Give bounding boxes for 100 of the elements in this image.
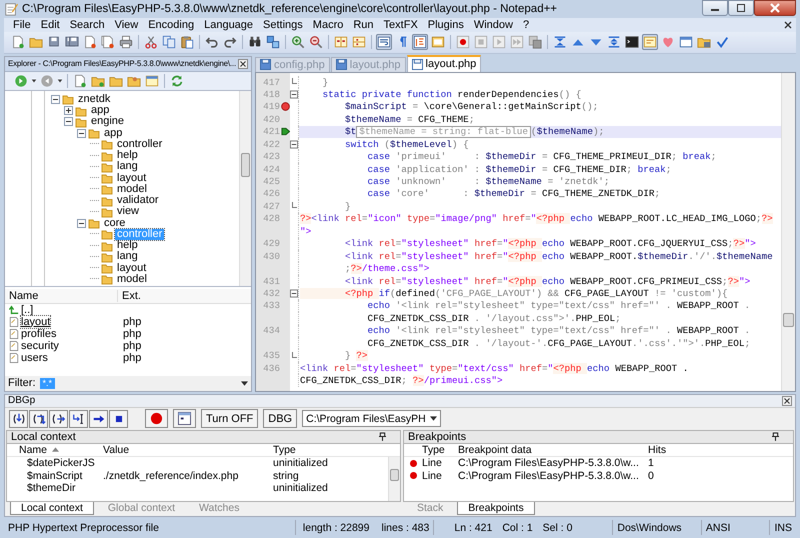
line-number: 423 — [263, 151, 280, 162]
file-name[interactable]: profiles — [21, 328, 56, 340]
code-line: case 'unknown' : $themeName = 'znetdk'; — [366, 175, 610, 188]
file-name[interactable]: layout — [21, 316, 50, 328]
folder-item[interactable]: model — [115, 184, 149, 195]
menu-item[interactable]: Window — [468, 18, 518, 31]
hit-count: 0 — [648, 470, 655, 482]
code-line: "> — [299, 225, 312, 238]
code-line: switch ($themeLevel) { — [344, 138, 470, 150]
variable-type: uninitialized — [273, 482, 328, 494]
file-tab[interactable]: layout.php — [406, 54, 482, 72]
code-line: CFG_ZNETDK_CSS_DIR . '/layout.css">'.PHP_EOL; — [366, 312, 622, 325]
menu-item[interactable]: TextFX — [378, 18, 423, 31]
menu-item[interactable]: Run — [348, 18, 379, 31]
folder-item[interactable]: model — [115, 274, 149, 285]
panel-tab[interactable]: Local context — [10, 502, 94, 516]
code-line: } — [322, 76, 330, 88]
folder-item[interactable]: view — [115, 206, 142, 218]
variable-name: $themeDir — [27, 482, 76, 494]
code-line: CFG_ZNETDK_CSS_DIR . '/layout-'.CFG_PAGE_LAYOUT.'.css'.'">'.PHP_EOL; — [366, 337, 752, 350]
menu-item[interactable]: Macro — [308, 18, 348, 31]
code-line: <?php if(defined('CFG_PAGE_LAYOUT') && CFG_PAGE_LAYOUT != 'custom'){ — [299, 287, 781, 300]
file-type: PHP Hypertext Preprocessor file — [4, 520, 296, 536]
code-line: <link rel="stylesheet" type="text/css" href="<?php echo WEBAPP_ROOT . — [299, 362, 690, 374]
panel-title: Breakpoints — [408, 430, 466, 443]
hit-count: 1 — [648, 457, 655, 470]
line-number: 434 — [263, 325, 280, 336]
line-number: 431 — [263, 276, 280, 287]
column-header[interactable]: Name — [19, 444, 48, 456]
file-name[interactable]: [..] — [21, 304, 34, 316]
menu-item[interactable]: Search — [64, 18, 110, 31]
line-number: 418 — [263, 88, 280, 100]
code-line: $mainScript = \core\General::getMainScript(); — [344, 100, 600, 114]
breakpoint-data: C:\Program Files\EasyPHP-5.3.8.0\w... — [458, 457, 640, 470]
variable-tooltip: $themeName = string: flat-blue — [356, 126, 532, 138]
file-extension: php — [122, 340, 142, 352]
code-line: case 'application' : $themeDir = CFG_THEME_DIR; break; — [366, 162, 672, 176]
column-header[interactable]: Name — [5, 290, 117, 302]
folder-item[interactable]: core — [102, 218, 128, 229]
line-ending: Dos\Windows — [613, 520, 702, 536]
menu-item[interactable]: File — [8, 18, 36, 31]
menu-item[interactable]: Edit — [36, 18, 65, 31]
code-line: CFG_ZNETDK_CSS_DIR; ?>/primeui.css"> — [299, 374, 504, 387]
file-length: length : 22899 — [302, 522, 370, 534]
folder-item[interactable]: layout — [115, 262, 148, 274]
selection-length: Sel : 0 — [542, 522, 572, 534]
folder-item[interactable]: controller — [115, 138, 164, 150]
folder-item[interactable]: app — [102, 128, 124, 139]
column-header[interactable]: Hits — [648, 444, 678, 456]
dropdown-value: C:\Program Files\EasyPH — [306, 412, 426, 425]
folder-item[interactable]: validator — [115, 195, 161, 206]
breakpoint-data: C:\Program Files\EasyPHP-5.3.8.0\w... — [458, 470, 640, 482]
panel-tab[interactable]: Breakpoints — [457, 502, 535, 516]
menu-item[interactable]: Encoding — [143, 18, 200, 31]
line-count: lines : 483 — [381, 522, 430, 534]
folder-item[interactable]: app — [89, 105, 112, 116]
column-header[interactable]: Type — [273, 444, 296, 456]
line-number: 427 — [263, 200, 280, 212]
file-name[interactable]: security — [21, 340, 59, 352]
toolbar-button[interactable]: DBG — [263, 409, 298, 428]
menu-item[interactable]: ? — [518, 18, 534, 31]
folder-item[interactable]: layout — [115, 172, 148, 184]
cursor-column: Col : 1 — [502, 522, 533, 534]
folder-item[interactable]: lang — [115, 161, 140, 172]
path-dropdown[interactable]: C:\Program Files\EasyPH — [302, 410, 441, 428]
column-header[interactable]: Value — [103, 444, 130, 456]
column-header[interactable]: Breakpoint data — [458, 444, 648, 456]
column-header[interactable]: Type — [422, 444, 458, 456]
variable-name: $datePickerJS — [27, 457, 95, 470]
line-number: 420 — [263, 114, 280, 125]
folder-item[interactable]: help — [115, 150, 140, 162]
code-line: <link rel="stylesheet" href="<?php echo WEBAPP_ROOT.CFG_JQUERYUI_CSS;?>"> — [344, 238, 757, 250]
folder-item[interactable]: help — [115, 240, 140, 252]
menu-item[interactable]: Settings — [258, 18, 308, 31]
folder-item[interactable]: lang — [115, 251, 140, 262]
toolbar-button[interactable]: Turn OFF — [201, 409, 258, 428]
line-number: 424 — [263, 164, 280, 175]
filter-label: Filter: — [8, 377, 36, 390]
column-header[interactable]: Ext. — [117, 290, 141, 302]
code-line: } — [344, 200, 352, 213]
variable-type: uninitialized — [273, 457, 328, 470]
menu-item[interactable]: View — [110, 18, 144, 31]
variable-name: $mainScript — [27, 470, 82, 482]
code-line: ;?>/theme.css"> — [344, 262, 430, 275]
line-number: 436 — [263, 362, 280, 374]
file-extension: php — [122, 316, 142, 328]
menu-item[interactable]: Language — [199, 18, 258, 31]
file-name[interactable]: users — [21, 352, 48, 364]
line-number: 421 — [263, 126, 280, 138]
line-number: 419 — [263, 101, 280, 112]
code-line: <link rel="stylesheet" href="<?php echo WEBAPP_ROOT.$themeDir.'/'.$themeName — [344, 250, 774, 262]
line-number: 435 — [263, 350, 280, 362]
menu-item[interactable]: Plugins — [422, 18, 469, 31]
panel-title: Local context — [11, 430, 76, 443]
file-extension: php — [122, 352, 142, 364]
code-line: echo '<link rel="stylesheet" type="text/css" href="' . WEBAPP_ROOT . — [366, 300, 752, 312]
folder-item[interactable]: znetdk — [76, 94, 112, 105]
folder-item[interactable]: engine — [89, 116, 126, 128]
insert-mode: INS — [773, 520, 793, 536]
line-number: 430 — [263, 250, 280, 262]
